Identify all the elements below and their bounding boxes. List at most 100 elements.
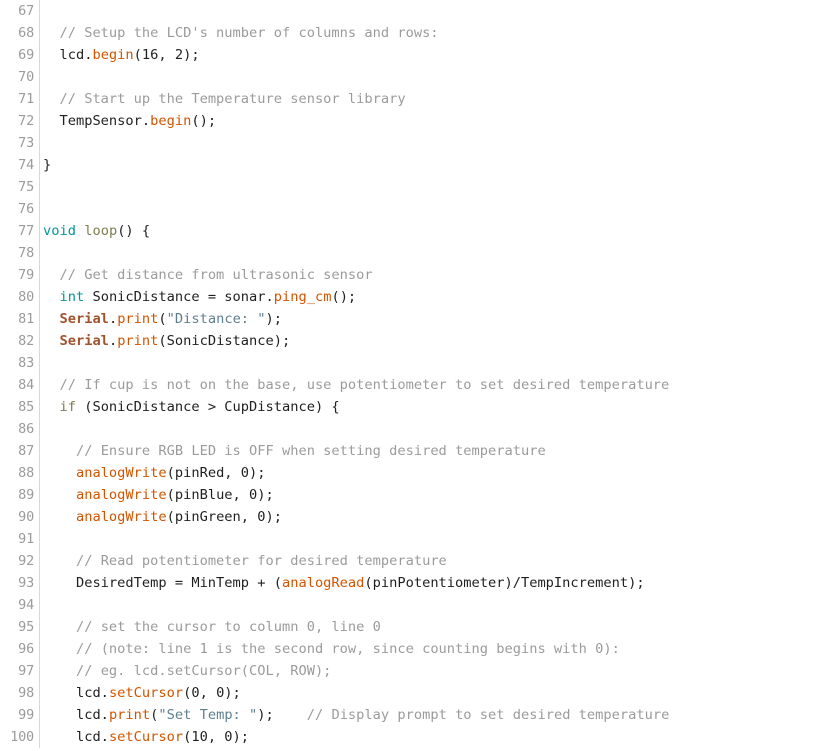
code-token-func: analogWrite — [75, 509, 167, 525]
code-editor[interactable]: 67 68 69 70 71 72 73 74 75 76 77 78 79 80 81 82 83 84 85 86… — [0, 0, 836, 751]
code-line[interactable] — [43, 594, 836, 616]
code-line[interactable]: void loop() { — [43, 220, 836, 242]
line-number: 68 — [18, 25, 34, 41]
code-line[interactable]: int SonicDistance = sonar.ping_cm(); — [43, 286, 836, 308]
code-line[interactable]: Serial.print(SonicDistance); — [43, 330, 836, 352]
code-line[interactable] — [43, 176, 836, 198]
line-number: 89 — [18, 487, 34, 503]
code-token-struct: loop — [84, 223, 118, 239]
code-line[interactable] — [43, 528, 836, 550]
code-line[interactable] — [43, 352, 836, 374]
code-line[interactable]: Serial.print("Distance: "); — [43, 308, 836, 330]
code-line[interactable] — [43, 198, 836, 220]
code-token-comment: // Ensure RGB LED is OFF when setting de… — [75, 443, 546, 459]
code-line[interactable]: // (note: line 1 is the second row, sinc… — [43, 638, 836, 660]
code-token-plain: SonicDistance = sonar. — [84, 289, 274, 305]
line-number: 74 — [18, 157, 34, 173]
line-number: 94 — [18, 597, 34, 613]
code-token-func: begin — [92, 47, 134, 63]
code-line[interactable]: analogWrite(pinGreen, 0); — [43, 506, 836, 528]
code-token-plain: } — [43, 157, 52, 173]
code-token-comment: // eg. lcd.setCursor(COL, ROW); — [75, 663, 332, 679]
code-token-func: analogWrite — [75, 487, 167, 503]
code-token-func: setCursor — [108, 729, 184, 745]
code-line[interactable] — [43, 418, 836, 440]
code-line[interactable]: lcd.begin(16, 2); — [43, 44, 836, 66]
code-line[interactable]: // If cup is not on the base, use potent… — [43, 374, 836, 396]
code-token-plain: (pinBlue, 0); — [166, 487, 274, 503]
code-line[interactable]: lcd.setCursor(10, 0); — [43, 726, 836, 748]
line-number: 92 — [18, 553, 34, 569]
code-line[interactable] — [43, 132, 836, 154]
code-token-comment: // If cup is not on the base, use potent… — [59, 377, 670, 393]
code-token-func: print — [117, 333, 159, 349]
code-line[interactable]: // set the cursor to column 0, line 0 — [43, 616, 836, 638]
code-token-keyword: int — [59, 289, 85, 305]
code-token-plain: lcd. — [43, 47, 93, 63]
code-token-keyword: void — [43, 223, 76, 239]
code-token-plain: ( — [158, 311, 167, 327]
code-line[interactable]: } — [43, 154, 836, 176]
line-number: 76 — [18, 201, 34, 217]
code-token-comment: // Start up the Temperature sensor libra… — [59, 91, 406, 107]
code-line[interactable]: if (SonicDistance > CupDistance) { — [43, 396, 836, 418]
line-number: 83 — [18, 355, 34, 371]
line-number: 81 — [18, 311, 34, 327]
code-token-string: "Distance: " — [166, 311, 266, 327]
code-token-plain: lcd. — [43, 707, 109, 723]
code-token-comment: // set the cursor to column 0, line 0 — [75, 619, 381, 635]
code-line[interactable] — [43, 66, 836, 88]
code-token-comment: // (note: line 1 is the second row, sinc… — [75, 641, 620, 657]
code-line[interactable]: DesiredTemp = MinTemp + (analogRead(pinP… — [43, 572, 836, 594]
code-token-comment: // Get distance from ultrasonic sensor — [59, 267, 373, 283]
code-token-struct: if — [59, 399, 76, 415]
code-token-plain: (); — [191, 113, 217, 129]
code-line[interactable]: // eg. lcd.setCursor(COL, ROW); — [43, 660, 836, 682]
code-token-plain: DesiredTemp = MinTemp + ( — [43, 575, 282, 591]
line-number: 88 — [18, 465, 34, 481]
code-token-func: analogWrite — [75, 465, 167, 481]
code-token-func: ping_cm — [273, 289, 332, 305]
line-number: 80 — [18, 289, 34, 305]
code-line[interactable]: analogWrite(pinBlue, 0); — [43, 484, 836, 506]
code-token-comment: // Display prompt to set desired tempera… — [306, 707, 670, 723]
code-line[interactable]: lcd.print("Set Temp: "); // Display prom… — [43, 704, 836, 726]
code-token-plain: (pinGreen, 0); — [166, 509, 282, 525]
code-line[interactable]: // Start up the Temperature sensor libra… — [43, 88, 836, 110]
code-line[interactable]: // Setup the LCD's number of columns and… — [43, 22, 836, 44]
code-token-plain: (16, 2); — [133, 47, 200, 63]
line-number: 87 — [18, 443, 34, 459]
code-content-area[interactable]: // Setup the LCD's number of columns and… — [40, 0, 836, 748]
line-number: 99 — [18, 707, 34, 723]
code-token-plain: (0, 0); — [183, 685, 241, 701]
code-line[interactable] — [43, 0, 836, 22]
code-token-func: print — [108, 707, 151, 723]
code-token-plain: (10, 0); — [183, 729, 250, 745]
line-number: 78 — [18, 245, 34, 261]
code-line[interactable]: TempSensor.begin(); — [43, 110, 836, 132]
code-line[interactable]: // Ensure RGB LED is OFF when setting de… — [43, 440, 836, 462]
line-number: 95 — [18, 619, 34, 635]
code-line[interactable]: // Get distance from ultrasonic sensor — [43, 264, 836, 286]
code-line[interactable]: analogWrite(pinRed, 0); — [43, 462, 836, 484]
line-number: 71 — [18, 91, 34, 107]
code-token-plain: (SonicDistance > CupDistance) { — [75, 399, 340, 415]
code-token-func: setCursor — [108, 685, 184, 701]
line-number-gutter: 67 68 69 70 71 72 73 74 75 76 77 78 79 80 81 82 83 84 85 86… — [0, 0, 40, 748]
code-line[interactable]: lcd.setCursor(0, 0); — [43, 682, 836, 704]
code-line[interactable]: // Read potentiometer for desired temper… — [43, 550, 836, 572]
code-line[interactable] — [43, 242, 836, 264]
